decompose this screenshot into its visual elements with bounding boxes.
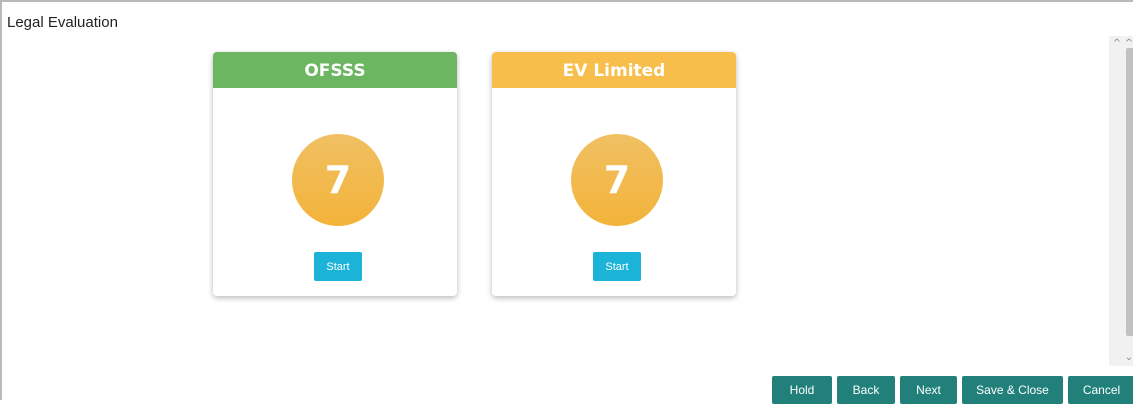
scroll-thumb[interactable] [1126,48,1133,336]
start-button[interactable]: Start [593,252,641,281]
chevron-down-icon[interactable]: ⌄ [1123,352,1133,364]
card-header: EV Limited [492,52,736,88]
party-card-ofsss: OFSSS 7 Start [213,52,457,296]
start-button[interactable]: Start [314,252,362,281]
chevron-up-icon[interactable]: ^ [1111,38,1123,50]
card-header: OFSSS [213,52,457,88]
vertical-scrollbar[interactable]: ^ ^ ⌄ [1109,36,1133,366]
party-card-ev-limited: EV Limited 7 Start [492,52,736,296]
count-circle: 7 [292,134,384,226]
count-circle: 7 [571,134,663,226]
page-title: Legal Evaluation [7,14,118,31]
legal-evaluation-panel: Legal Evaluation OFSSS 7 Start EV Limite… [0,0,1133,404]
